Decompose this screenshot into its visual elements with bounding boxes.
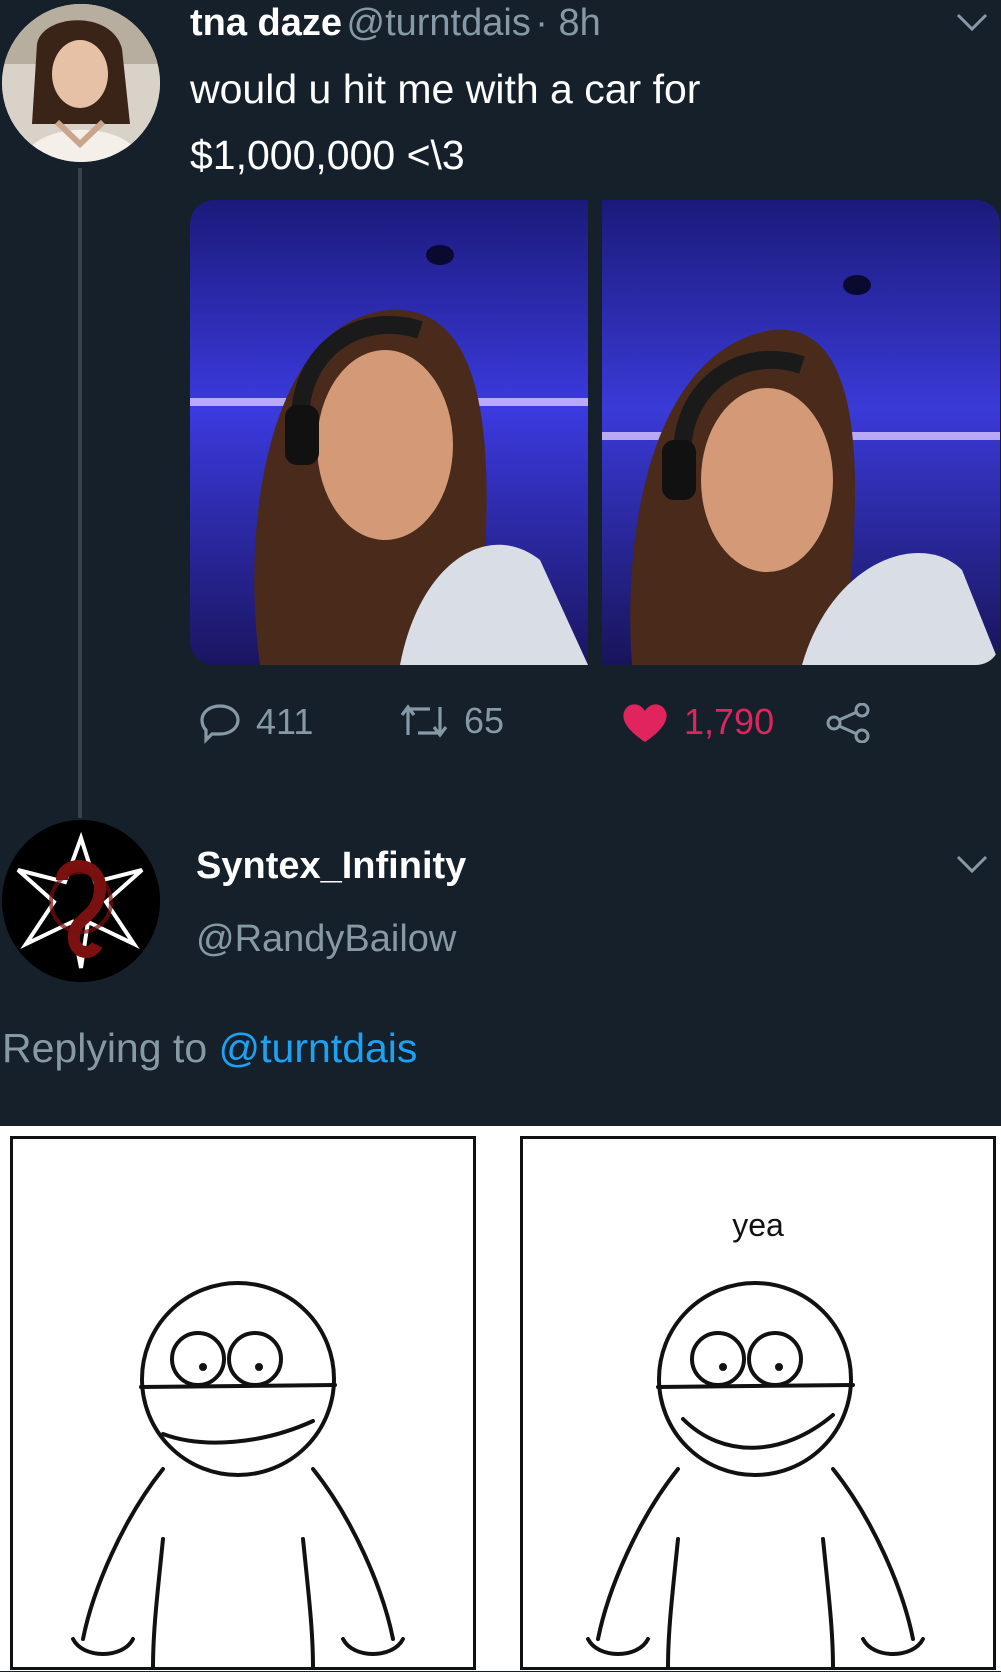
- like-button[interactable]: 1,790: [620, 700, 774, 744]
- tweet-time: · 8h: [535, 2, 601, 44]
- tweet-text-line: $1,000,000 <\3: [190, 132, 465, 178]
- comic-panel: yea: [520, 1136, 996, 1670]
- tweet-text: would u hit me with a car for $1,000,000…: [190, 56, 700, 188]
- tweet-photo[interactable]: [190, 200, 588, 665]
- tweet-header: tna daze @turntdais · 8h: [190, 2, 601, 45]
- avatar[interactable]: [2, 4, 160, 162]
- retweet-button[interactable]: 65: [398, 700, 504, 742]
- reply-image[interactable]: yea: [0, 1126, 1001, 1671]
- share-icon[interactable]: [826, 702, 872, 748]
- like-count: 1,790: [684, 701, 775, 742]
- thread-line: [78, 168, 82, 818]
- retweet-icon: [400, 704, 448, 738]
- comic-caption: yea: [732, 1207, 784, 1243]
- author-handle[interactable]: @turntdais: [347, 2, 531, 44]
- retweet-count: 65: [464, 700, 505, 741]
- tweet-photo[interactable]: [602, 200, 1000, 665]
- comic-panel: [10, 1136, 476, 1670]
- chevron-down-icon[interactable]: [955, 10, 989, 34]
- reply-button[interactable]: 411: [198, 700, 313, 744]
- reply-count: 411: [256, 701, 314, 742]
- heart-icon: [623, 704, 667, 742]
- replying-prefix: Replying to: [2, 1025, 208, 1071]
- avatar[interactable]: [2, 820, 160, 982]
- reply-author-handle[interactable]: @RandyBailow: [196, 918, 456, 961]
- reply-author-name[interactable]: Syntex_Infinity: [196, 845, 466, 888]
- tweet-text-line: would u hit me with a car for: [190, 66, 701, 112]
- replying-handle-link[interactable]: @turntdais: [219, 1025, 418, 1071]
- author-name[interactable]: tna daze: [190, 2, 342, 44]
- reply-icon: [200, 704, 240, 744]
- chevron-down-icon[interactable]: [955, 852, 989, 876]
- replying-to: Replying to @turntdais: [2, 1025, 417, 1072]
